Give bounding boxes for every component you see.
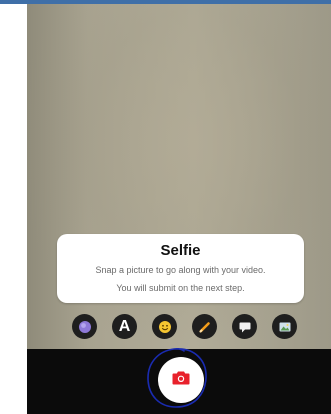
camera-icon	[172, 370, 190, 390]
text-tool-button[interactable]: A	[112, 314, 137, 339]
emoji-tool-button[interactable]	[152, 314, 177, 339]
prompt-title: Selfie	[160, 242, 201, 259]
pen-icon	[198, 320, 212, 334]
emoji-icon	[158, 320, 172, 334]
prompt-card: Selfie Snap a picture to go along with y…	[57, 234, 304, 303]
caption-tool-button[interactable]	[232, 314, 257, 339]
sticker-tool-button[interactable]	[72, 314, 97, 339]
pen-tool-button[interactable]	[192, 314, 217, 339]
sticker-icon	[78, 320, 92, 334]
image-icon	[278, 320, 292, 334]
prompt-note: You will submit on the next step.	[116, 283, 245, 293]
take-photo-button[interactable]	[158, 357, 204, 403]
image-tool-button[interactable]	[272, 314, 297, 339]
text-icon: A	[118, 317, 131, 335]
editing-toolbar: A	[72, 314, 298, 340]
speech-bubble-icon	[238, 320, 252, 334]
screen: Selfie Snap a picture to go along with y…	[0, 0, 331, 414]
prompt-instruction: Snap a picture to go along with your vid…	[95, 265, 266, 275]
